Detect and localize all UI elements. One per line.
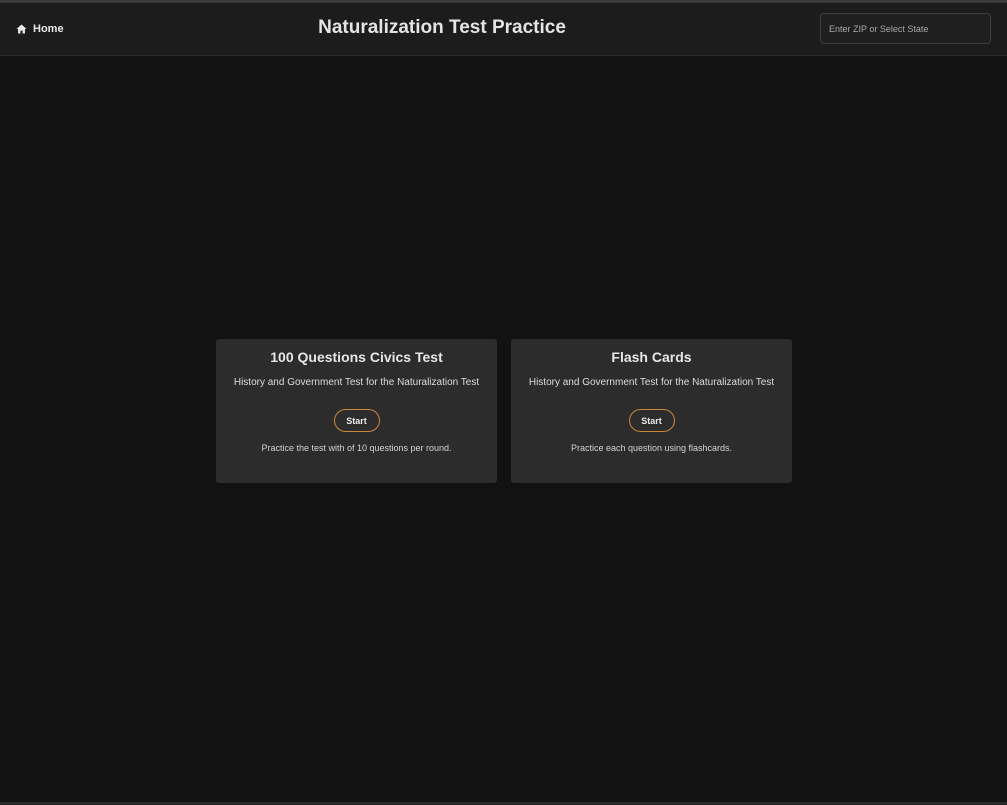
flash-cards-card: Flash Cards History and Government Test … — [511, 339, 792, 483]
zip-or-state-input[interactable] — [820, 13, 991, 44]
card-description: Practice the test with of 10 questions p… — [261, 443, 452, 453]
app-bar: Home Naturalization Test Practice — [0, 3, 1007, 56]
app-frame: Home Naturalization Test Practice 100 Qu… — [0, 0, 1007, 805]
card-description: Practice each question using flashcards. — [570, 443, 733, 453]
card-subtitle: History and Government Test for the Natu… — [233, 377, 480, 388]
start-flash-cards-button[interactable]: Start — [628, 409, 675, 432]
card-title: Flash Cards — [611, 349, 692, 365]
start-civics-test-button[interactable]: Start — [333, 409, 380, 432]
civics-test-card: 100 Questions Civics Test History and Go… — [216, 339, 497, 483]
card-list: 100 Questions Civics Test History and Go… — [216, 339, 792, 483]
page-title: Naturalization Test Practice — [318, 17, 566, 38]
card-title: 100 Questions Civics Test — [270, 349, 443, 365]
card-subtitle: History and Government Test for the Natu… — [528, 377, 775, 388]
